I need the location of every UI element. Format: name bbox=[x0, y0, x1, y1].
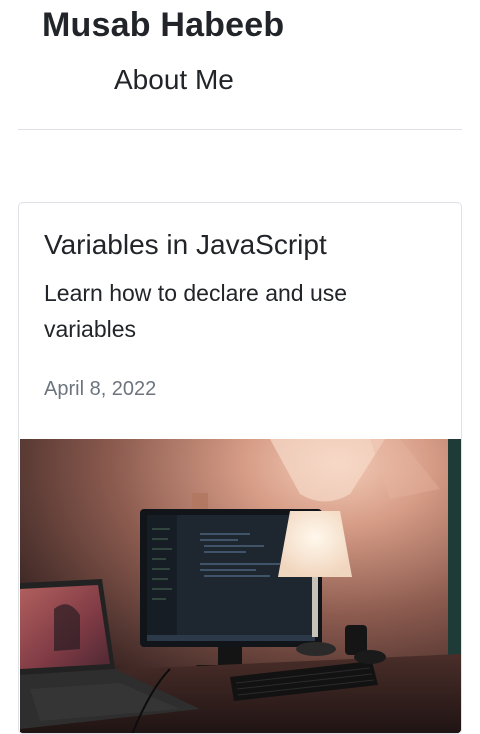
nav-about-me-link[interactable]: About Me bbox=[114, 62, 234, 98]
header-divider bbox=[18, 129, 462, 130]
site-header: Musab Habeeb About Me bbox=[0, 0, 480, 130]
post-cover-image[interactable] bbox=[20, 439, 461, 734]
post-date: April 8, 2022 bbox=[44, 378, 157, 400]
post-description: Learn how to declare and use variables bbox=[44, 280, 348, 342]
post-card[interactable]: Variables in JavaScript Learn how to dec… bbox=[18, 202, 462, 734]
site-title-link[interactable]: Musab Habeeb bbox=[42, 3, 284, 47]
post-title[interactable]: Variables in JavaScript bbox=[44, 225, 327, 265]
